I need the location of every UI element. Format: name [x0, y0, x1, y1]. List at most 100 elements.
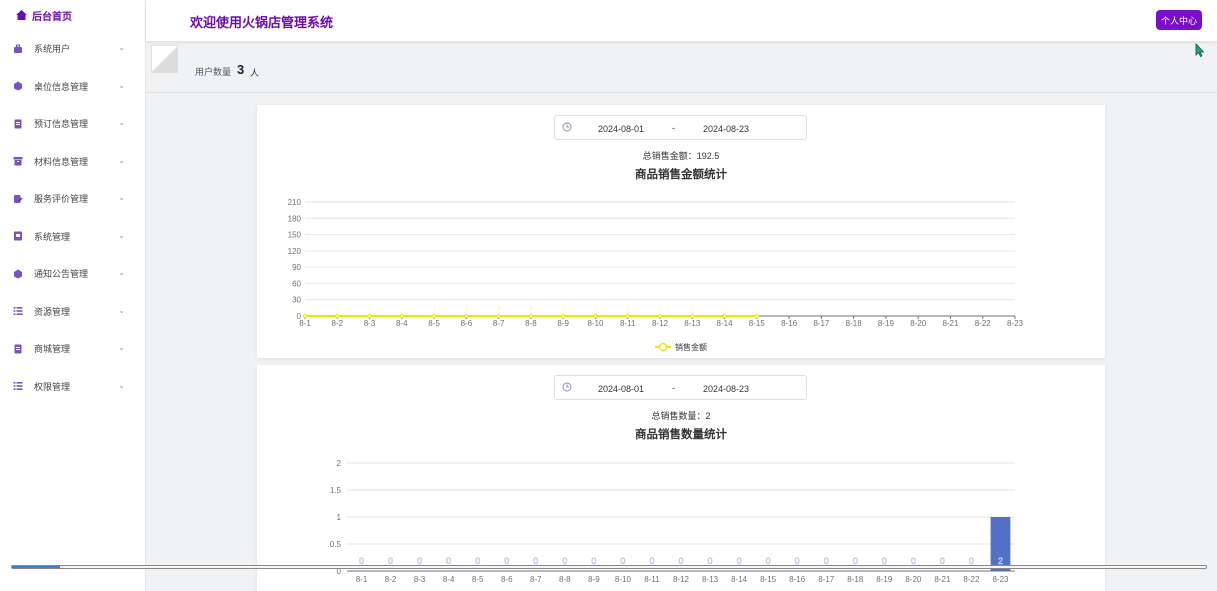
- archive-icon: [13, 157, 23, 166]
- data-point: [496, 313, 501, 319]
- x-tick-label: 8-9: [588, 575, 600, 584]
- y-tick-label: 2: [337, 459, 342, 468]
- horizontal-scrollbar[interactable]: [11, 565, 1207, 569]
- x-tick-label: 8-22: [963, 575, 980, 584]
- sidebar-item-3[interactable]: 预订信息管理 ⌄: [0, 105, 145, 143]
- chevron-down-icon[interactable]: ⌄: [118, 306, 125, 315]
- user-center-button[interactable]: 个人中心: [1155, 10, 1202, 30]
- x-tick-label: 8-8: [525, 319, 537, 328]
- sidebar-item-label: 桌位信息管理: [34, 81, 89, 92]
- user-count-unit: 人: [250, 68, 260, 78]
- x-tick-label: 8-21: [934, 575, 951, 584]
- sidebar-item-5[interactable]: 服务评价管理 ⌄: [0, 180, 145, 218]
- x-tick-label: 8-1: [299, 319, 311, 328]
- data-point: [367, 313, 372, 319]
- x-tick-label: 8-6: [501, 575, 513, 584]
- list-icon: [13, 382, 23, 391]
- x-tick-label: 8-19: [876, 575, 893, 584]
- data-point: [754, 313, 759, 319]
- x-tick-label: 8-14: [717, 319, 734, 328]
- x-tick-label: 8-7: [493, 319, 505, 328]
- chevron-down-icon[interactable]: ⌄: [118, 381, 125, 390]
- x-tick-label: 8-4: [396, 319, 408, 328]
- y-tick-label: 0.5: [330, 540, 342, 549]
- user-count-panel: 用户数量 3 人: [146, 43, 1217, 93]
- sidebar-item-4[interactable]: 材料信息管理 ⌄: [0, 143, 145, 181]
- y-tick-label: 180: [288, 214, 302, 223]
- sidebar-menu: 系统用户 ⌄ 桌位信息管理 ⌄ 预订信息管理 ⌄ 材料信息管理 ⌄ 服务评价管理 ⌄ 系统管理 ⌄ 通知…: [0, 30, 145, 405]
- sidebar-item-label: 材料信息管理: [34, 156, 89, 167]
- user-count-image: [151, 45, 178, 73]
- chevron-down-icon[interactable]: ⌄: [118, 43, 125, 52]
- briefcase-icon: [14, 44, 22, 53]
- x-tick-label: 8-2: [385, 575, 397, 584]
- sidebar-item-label: 系统用户: [34, 44, 71, 55]
- x-tick-label: 8-9: [557, 319, 569, 328]
- data-point: [464, 313, 469, 319]
- x-tick-label: 8-16: [781, 319, 798, 328]
- y-tick-label: 30: [292, 296, 301, 305]
- x-tick-label: 8-15: [760, 575, 777, 584]
- chevron-down-icon[interactable]: ⌄: [118, 231, 125, 240]
- data-point: [302, 313, 308, 319]
- cube-icon: [14, 81, 22, 91]
- chevron-down-icon[interactable]: ⌄: [118, 268, 125, 277]
- chevron-down-icon[interactable]: ⌄: [118, 118, 125, 127]
- home-link[interactable]: 后台首页: [0, 0, 145, 30]
- data-point: [722, 313, 727, 319]
- chevron-down-icon[interactable]: ⌄: [118, 193, 125, 202]
- data-point: [528, 313, 534, 319]
- sidebar-item-label: 资源管理: [34, 306, 71, 317]
- x-tick-label: 8-5: [472, 575, 484, 584]
- x-tick-label: 8-20: [910, 319, 927, 328]
- x-tick-label: 8-6: [461, 319, 473, 328]
- x-tick-label: 8-4: [443, 575, 455, 584]
- sidebar-item-label: 服务评价管理: [34, 194, 89, 205]
- x-tick-label: 8-3: [364, 319, 376, 328]
- sidebar-item-label: 商城管理: [34, 344, 71, 355]
- y-tick-label: 120: [288, 247, 302, 256]
- sidebar-item-1[interactable]: 系统用户 ⌄: [0, 30, 145, 68]
- top-header: 欢迎使用火锅店管理系统 个人中心: [146, 0, 1217, 42]
- x-tick-label: 8-2: [331, 319, 343, 328]
- document-icon: [14, 119, 22, 129]
- chevron-down-icon[interactable]: ⌄: [118, 343, 125, 352]
- data-point: [561, 313, 566, 319]
- x-tick-label: 8-21: [942, 319, 959, 328]
- document-icon: [14, 344, 22, 354]
- x-tick-label: 8-12: [673, 575, 690, 584]
- sales-amount-card: 2024-08-01 - 2024-08-23 总销售金额：192.5 商品销售…: [257, 105, 1105, 358]
- user-count-value: 3: [237, 62, 245, 77]
- sidebar: 后台首页 系统用户 ⌄ 桌位信息管理 ⌄ 预订信息管理 ⌄ 材料信息管理 ⌄ 服务评价管理 ⌄ 系统…: [0, 0, 146, 591]
- x-tick-label: 8-8: [559, 575, 571, 584]
- x-tick-label: 8-16: [789, 575, 806, 584]
- y-tick-label: 1: [337, 513, 342, 522]
- user-count-label: 用户数量: [195, 67, 232, 77]
- chevron-down-icon[interactable]: ⌄: [118, 81, 125, 90]
- y-tick-label: 150: [288, 231, 302, 240]
- y-tick-label: 60: [292, 279, 301, 288]
- sidebar-item-7[interactable]: 通知公告管理 ⌄: [0, 255, 145, 293]
- home-icon: [16, 10, 27, 20]
- sidebar-item-9[interactable]: 商城管理 ⌄: [0, 330, 145, 368]
- sales-amount-chart: 03060901201501802108-1 8-2 8-3 8-4 8-5 8-6 8-7…: [288, 198, 1024, 352]
- x-tick-label: 8-10: [587, 319, 604, 328]
- x-tick-label: 8-7: [530, 575, 542, 584]
- edit-icon: [14, 194, 23, 203]
- sidebar-item-2[interactable]: 桌位信息管理 ⌄: [0, 68, 145, 106]
- sidebar-item-8[interactable]: 资源管理 ⌄: [0, 293, 145, 331]
- x-tick-label: 8-19: [878, 319, 895, 328]
- scrollbar-thumb[interactable]: [12, 566, 60, 568]
- chevron-down-icon[interactable]: ⌄: [118, 156, 125, 165]
- sidebar-item-6[interactable]: 系统管理 ⌄: [0, 218, 145, 256]
- x-tick-label: 8-10: [615, 575, 632, 584]
- legend-label: 销售金额: [675, 342, 707, 352]
- sales-count-card: 2024-08-01 - 2024-08-23 总销售数量：2 商品销售数量统计…: [257, 365, 1105, 591]
- sidebar-item-label: 系统管理: [34, 231, 71, 242]
- legend-marker: [658, 342, 668, 352]
- x-tick-label: 8-12: [652, 319, 669, 328]
- sidebar-item-10[interactable]: 权限管理 ⌄: [0, 368, 145, 406]
- data-point: [690, 313, 695, 319]
- x-tick-label: 8-11: [644, 575, 660, 584]
- x-tick-label: 8-22: [975, 319, 992, 328]
